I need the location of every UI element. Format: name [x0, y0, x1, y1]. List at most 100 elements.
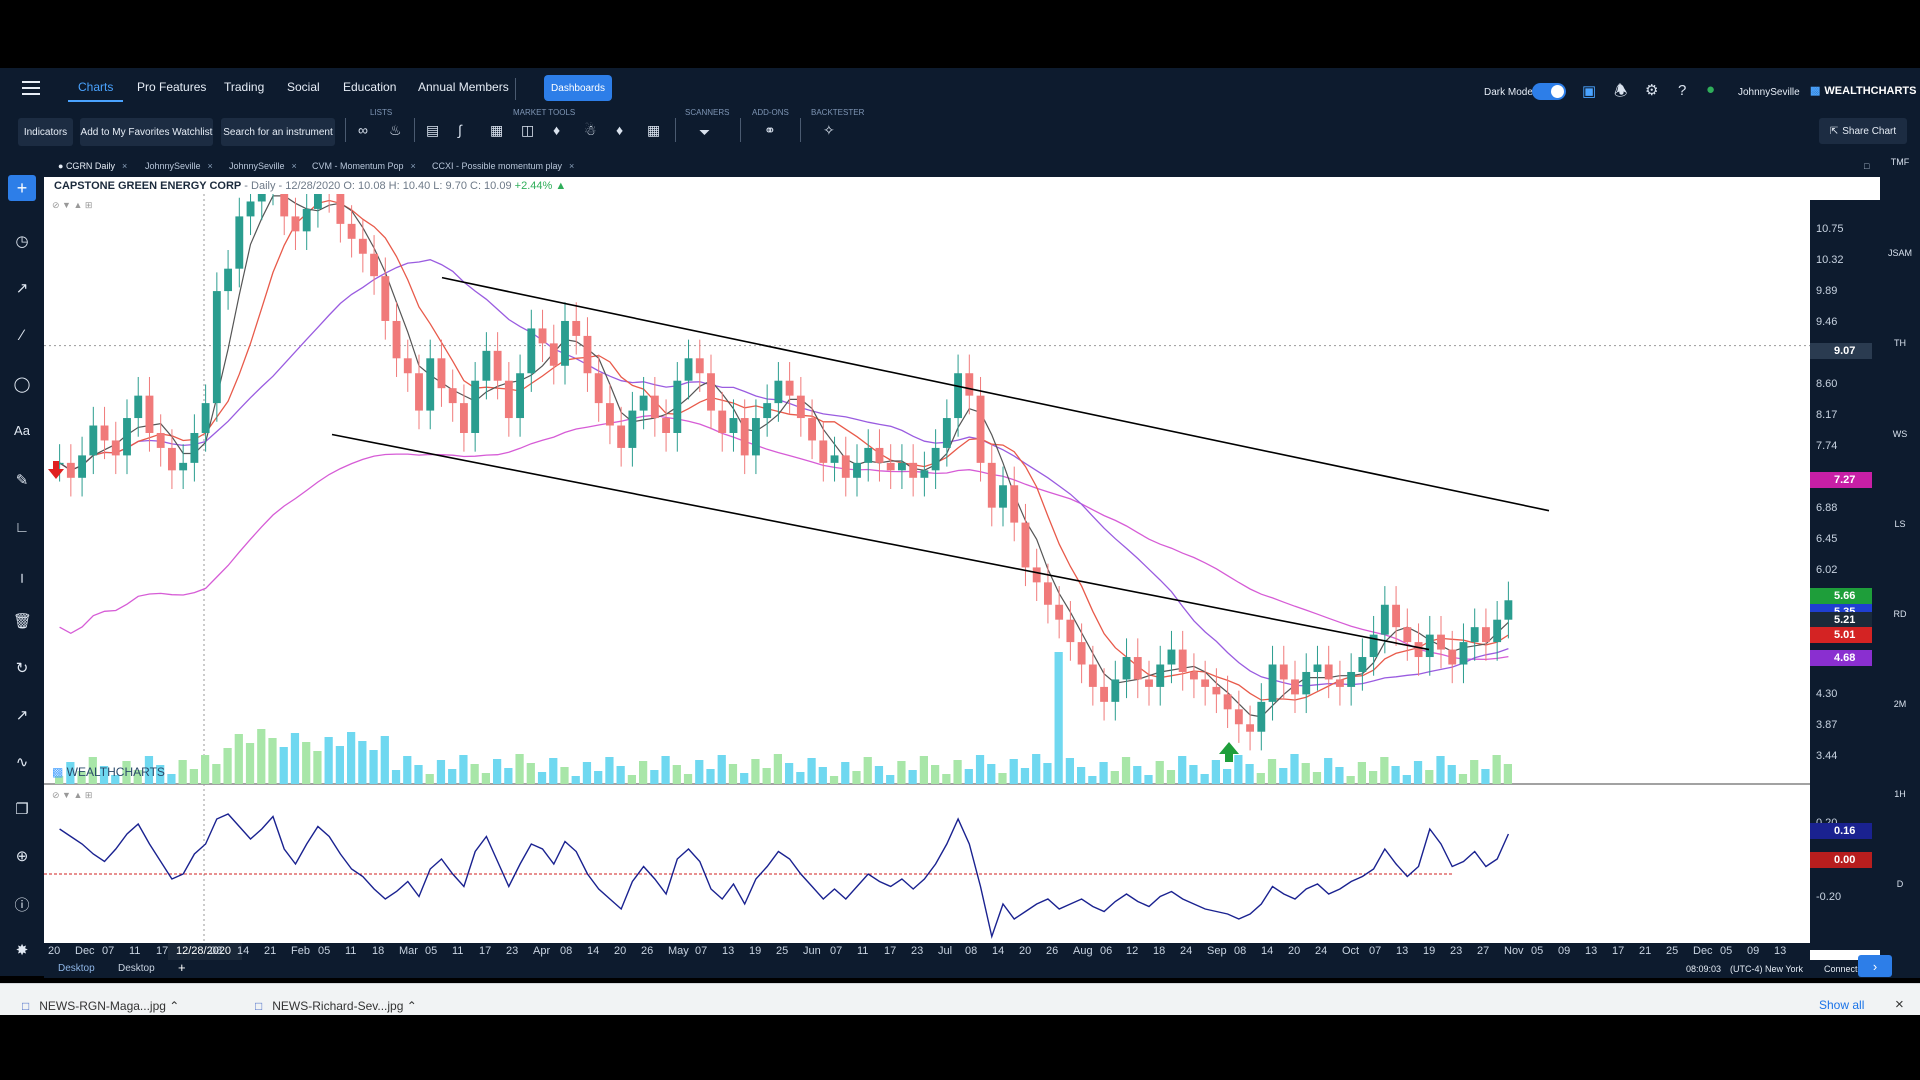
- nav-tab-education[interactable]: Education: [343, 80, 396, 94]
- calendar-icon[interactable]: ▦: [490, 122, 503, 139]
- price-tick: 8.60: [1816, 378, 1838, 390]
- volume-bar: [1065, 758, 1074, 784]
- sidebar-rd[interactable]: RD: [1880, 609, 1920, 619]
- download-item[interactable]: □ NEWS-RGN-Maga...jpg ⌃: [22, 999, 179, 1013]
- candle-body: [718, 410, 727, 433]
- add-drawing-icon[interactable]: +: [8, 175, 36, 201]
- volume-bar: [639, 761, 648, 784]
- close-tab-icon[interactable]: ×: [208, 161, 213, 171]
- nav-tab-pro-features[interactable]: Pro Features: [137, 80, 206, 94]
- indicators-button[interactable]: Indicators: [18, 118, 73, 146]
- indicator-icon[interactable]: ∿: [13, 753, 31, 771]
- alert-bell-2-icon[interactable]: ☃: [584, 122, 597, 139]
- chart-area[interactable]: CAPSTONE GREEN ENERGY CORP - Daily - 12/…: [44, 177, 1880, 960]
- sidebar-tmf[interactable]: TMF: [1880, 157, 1920, 167]
- calculator-icon[interactable]: ◫: [521, 122, 534, 139]
- line-tool-icon[interactable]: ∕: [13, 327, 31, 344]
- sidebar-jsam[interactable]: JSAM: [1880, 248, 1920, 258]
- save-icon[interactable]: ▣: [1582, 82, 1596, 100]
- price-axis[interactable]: 10.75 10.32 9.89 9.46 8.60 8.17 7.74 6.8…: [1810, 200, 1880, 950]
- volume-bar: [403, 756, 412, 784]
- trend-icon[interactable]: ↗: [13, 279, 31, 297]
- text-tool-icon[interactable]: Aa: [13, 423, 31, 438]
- help-icon[interactable]: ?: [1678, 82, 1686, 99]
- chevron-up-icon[interactable]: ⌃: [169, 999, 179, 1013]
- bell-icon[interactable]: 🕭: [1614, 81, 1627, 106]
- clock-icon[interactable]: ◷: [13, 232, 31, 250]
- flame-icon[interactable]: ♨: [389, 122, 402, 139]
- dark-mode-toggle[interactable]: [1532, 83, 1566, 100]
- gear-icon[interactable]: ⚙: [1645, 81, 1658, 99]
- volume-bar: [391, 770, 401, 784]
- close-tab-icon[interactable]: ×: [569, 161, 574, 171]
- measure-icon[interactable]: ∟: [13, 519, 31, 536]
- volume-bar: [571, 776, 580, 784]
- trash-icon[interactable]: 🗑: [13, 612, 32, 630]
- close-icon[interactable]: ×: [1895, 996, 1904, 1013]
- time-axis[interactable]: 12/28/2020 20 Dec 07 11 17 08 14 21 Feb 05 11 18 Mar…: [44, 943, 1810, 960]
- chart-tab-johnnyseville-2[interactable]: JohnnySeville ×: [229, 161, 297, 171]
- chart-tab-johnnyseville-1[interactable]: JohnnySeville ×: [145, 161, 213, 171]
- alert-bell-3-icon[interactable]: ♦: [616, 122, 623, 138]
- settings-wheel-icon[interactable]: ✸: [13, 941, 31, 959]
- link-icon[interactable]: ⚭: [764, 122, 776, 139]
- shapes-icon[interactable]: ◯: [13, 375, 31, 393]
- grid-tool-icon[interactable]: ▦: [647, 122, 660, 139]
- volume-bar: [1234, 755, 1243, 784]
- show-all-link[interactable]: Show all: [1819, 998, 1864, 1012]
- sidebar-th[interactable]: TH: [1880, 338, 1920, 348]
- sidebar-ws[interactable]: WS: [1880, 429, 1920, 439]
- layers-icon[interactable]: ❐: [13, 800, 31, 818]
- chart-tab-ccxi[interactable]: CCXI - Possible momentum play ×: [432, 161, 574, 171]
- candle-body: [920, 470, 929, 478]
- info-icon[interactable]: ⓘ: [13, 894, 31, 915]
- alert-bell-icon[interactable]: ♦: [553, 122, 560, 138]
- news-icon[interactable]: ▤: [426, 122, 439, 139]
- nav-tab-charts[interactable]: Charts: [67, 80, 124, 102]
- dashboards-button[interactable]: Dashboards: [544, 75, 612, 101]
- instrument-search-button[interactable]: Search for an instrument: [221, 118, 335, 146]
- add-to-watchlist-button[interactable]: Add to My Favorites Watchlist: [80, 118, 213, 146]
- download-item[interactable]: □ NEWS-Richard-Sev...jpg ⌃: [255, 999, 417, 1013]
- sidebar-2m[interactable]: 2M: [1880, 699, 1920, 709]
- desktop-tab-2[interactable]: Desktop: [118, 963, 155, 974]
- maximize-icon[interactable]: □: [1864, 161, 1869, 171]
- crosshair-icon[interactable]: ⊕: [13, 847, 31, 865]
- pane-controls-icon[interactable]: ⊘ ▼ ▲ ⊞: [52, 200, 92, 211]
- menu-icon[interactable]: [22, 81, 40, 95]
- line-chart-icon[interactable]: ↗: [13, 706, 31, 724]
- chevron-right-icon[interactable]: ›: [1858, 955, 1892, 977]
- up-arrow-icon: ▲: [555, 180, 567, 192]
- sidebar-ls[interactable]: LS: [1880, 519, 1920, 529]
- timezone[interactable]: (UTC-4) New York: [1730, 964, 1803, 974]
- desktop-tab-1[interactable]: Desktop: [58, 963, 95, 974]
- sidebar-d[interactable]: D: [1880, 879, 1920, 889]
- nav-tab-social[interactable]: Social: [287, 80, 320, 94]
- sidebar-1h[interactable]: 1H: [1880, 789, 1920, 799]
- share-chart-button[interactable]: ⇱ Share Chart: [1819, 118, 1907, 144]
- chart-tab-cgrn[interactable]: ● CGRN Daily ×: [58, 161, 127, 171]
- filter-icon[interactable]: ⏷: [699, 124, 710, 141]
- refresh-icon[interactable]: ↻: [13, 659, 31, 677]
- glasses-icon[interactable]: ∞: [358, 122, 368, 138]
- close-tab-icon[interactable]: ×: [411, 161, 416, 171]
- nav-tab-trading[interactable]: Trading: [224, 80, 264, 94]
- pencil-icon[interactable]: ✎: [13, 471, 31, 489]
- close-tab-icon[interactable]: ×: [292, 161, 297, 171]
- oscillator-line: [59, 813, 1510, 940]
- volume-bar: [1054, 652, 1063, 784]
- avatar-icon[interactable]: ●: [1706, 81, 1715, 98]
- chart-tool-icon[interactable]: ∫: [458, 122, 462, 138]
- nav-tab-annual-members[interactable]: Annual Members: [418, 80, 509, 94]
- username[interactable]: JohnnySeville: [1738, 87, 1800, 98]
- volume-bar: [1178, 756, 1187, 784]
- chevron-up-icon[interactable]: ⌃: [407, 999, 417, 1013]
- add-desktop-icon[interactable]: +: [178, 960, 186, 975]
- chart-tab-cvm[interactable]: CVM - Momentum Pop ×: [312, 161, 416, 171]
- close-tab-icon[interactable]: ×: [122, 161, 127, 171]
- oscillator-pane-controls-icon[interactable]: ⊘ ▼ ▲ ⊞: [52, 790, 92, 801]
- price-chart-canvas[interactable]: [44, 194, 1810, 960]
- ruler-icon[interactable]: ╷: [13, 565, 31, 583]
- backtester-icon[interactable]: ✧: [823, 122, 835, 139]
- candle-body: [347, 223, 356, 239]
